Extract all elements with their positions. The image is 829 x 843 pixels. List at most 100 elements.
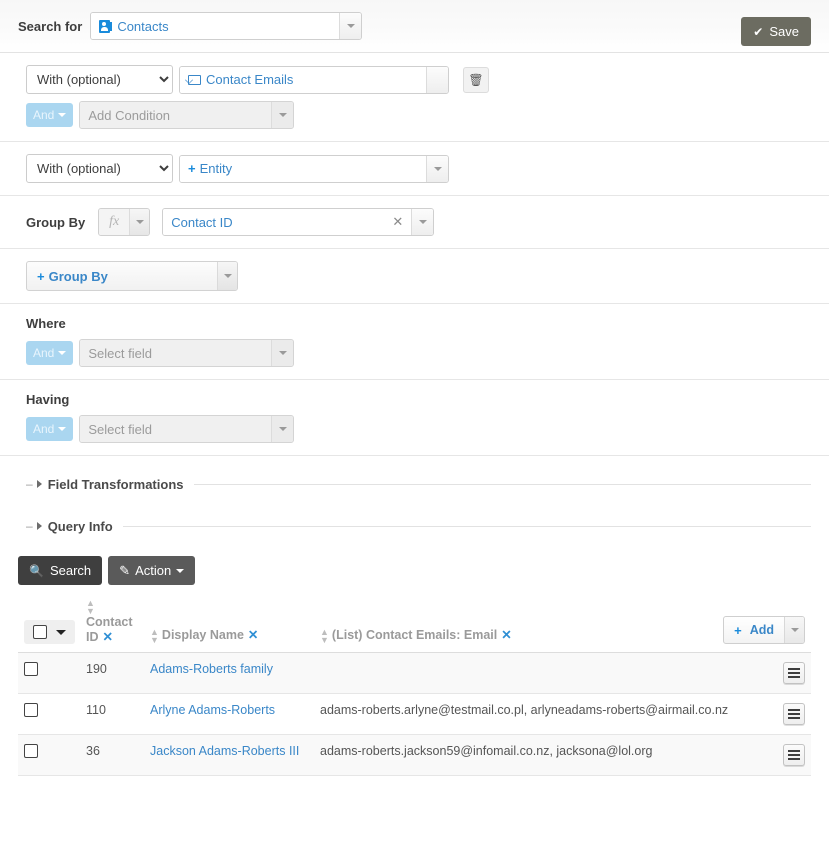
query-info-header[interactable]: – Query Info xyxy=(0,512,829,540)
add-column-chevron-down-icon[interactable] xyxy=(784,617,804,643)
fx-chevron-down-icon[interactable] xyxy=(129,209,150,235)
where-chevron-down-icon[interactable] xyxy=(271,340,294,366)
group-by-value: Contact ID xyxy=(171,214,233,230)
row-menu-cell xyxy=(765,652,811,694)
where-and-operator-button[interactable]: And xyxy=(26,341,74,365)
add-entity-chevron-down-icon[interactable] xyxy=(426,155,448,182)
caret-down-icon xyxy=(58,427,67,431)
results-action-bar: 🔍 Search ✎ Action xyxy=(0,550,829,595)
action-button[interactable]: ✎ Action xyxy=(108,556,196,585)
row-contact-id: 36 xyxy=(80,734,144,776)
delete-join-button[interactable]: 🗑 xyxy=(463,66,489,93)
having-row: And Select field xyxy=(26,415,811,443)
column-header-contact-emails[interactable]: ▲ ▼ (List) Contact Emails: Email ✕ xyxy=(314,595,765,653)
search-button[interactable]: 🔍 Search xyxy=(18,556,103,585)
remove-column-icon[interactable]: ✕ xyxy=(501,628,511,642)
row-emails: adams-roberts.arlyne@testmail.co.pl, arl… xyxy=(314,693,765,735)
add-column-body: + Add xyxy=(724,617,784,643)
add-condition-select[interactable]: Add Condition xyxy=(79,101,295,129)
where-field-select[interactable]: Select field xyxy=(79,339,295,367)
search-entity-select[interactable]: Contacts xyxy=(90,12,363,40)
magnifier-icon: 🔍 xyxy=(29,563,44,578)
save-button[interactable]: ✔ Save xyxy=(741,17,811,46)
add-group-by-label: Group By xyxy=(48,268,108,284)
search-entity-value-wrap: Contacts xyxy=(91,13,340,39)
group-by-chevron-down-icon[interactable] xyxy=(411,209,434,235)
remove-column-icon[interactable]: ✕ xyxy=(103,630,113,644)
sort-icon[interactable]: ▲ ▼ xyxy=(150,628,159,645)
table-row[interactable]: 110 Arlyne Adams-Roberts adams-roberts.a… xyxy=(18,693,811,735)
row-menu-cell xyxy=(765,734,811,776)
where-row: And Select field xyxy=(26,339,811,367)
row-contact-id: 190 xyxy=(80,652,144,694)
dash-icon: – xyxy=(26,477,33,491)
chevron-down-icon[interactable] xyxy=(339,13,362,39)
add-condition-chevron-down-icon[interactable] xyxy=(271,102,294,128)
check-icon: ✔ xyxy=(753,24,764,39)
caret-down-icon[interactable] xyxy=(56,629,66,635)
field-transformations-header[interactable]: – Field Transformations xyxy=(0,470,829,498)
row-menu-cell xyxy=(765,693,811,735)
sort-icon[interactable]: ▲ ▼ xyxy=(86,599,95,616)
add-group-by-button[interactable]: + Group By xyxy=(26,261,238,291)
hamburger-menu-icon[interactable] xyxy=(783,703,805,725)
trash-icon: 🗑 xyxy=(468,72,484,87)
where-field-placeholder: Select field xyxy=(80,340,272,366)
fx-function-button[interactable]: fx xyxy=(98,208,151,236)
hamburger-menu-icon[interactable] xyxy=(783,744,805,766)
clear-x-icon[interactable]: ✕ xyxy=(384,214,403,230)
row-select-cell xyxy=(18,652,80,694)
having-and-operator-button[interactable]: And xyxy=(26,417,74,441)
having-section: Having And Select field xyxy=(0,380,829,456)
envelope-icon xyxy=(188,74,201,85)
row-checkbox[interactable] xyxy=(24,744,38,758)
join-1-type-select[interactable]: With (optional) xyxy=(26,65,173,94)
join-1-and-operator-button[interactable]: And xyxy=(26,103,74,127)
divider-rule xyxy=(193,483,811,485)
group-by-field-select[interactable]: Contact ID ✕ xyxy=(162,208,435,236)
where-and-label: And xyxy=(33,346,55,360)
hamburger-menu-icon[interactable] xyxy=(783,662,805,684)
having-title: Having xyxy=(26,392,70,407)
group-by-label: Group By xyxy=(26,214,86,230)
add-entity-select[interactable]: + Entity xyxy=(179,154,449,183)
sort-icon[interactable]: ▲ ▼ xyxy=(320,628,329,645)
chevron-right-icon xyxy=(36,522,42,530)
row-emails: adams-roberts.jackson59@infomail.co.nz, … xyxy=(314,734,765,776)
where-title: Where xyxy=(26,316,66,331)
add-group-by-body: + Group By xyxy=(27,262,217,290)
plus-icon: + xyxy=(37,268,45,284)
having-chevron-down-icon[interactable] xyxy=(271,416,294,442)
row-display-name-link[interactable]: Adams-Roberts family xyxy=(150,662,273,676)
having-field-select[interactable]: Select field xyxy=(79,415,295,443)
row-checkbox[interactable] xyxy=(24,662,38,676)
caret-down-icon xyxy=(58,351,67,355)
add-column-button[interactable]: + Add xyxy=(723,616,805,644)
row-display-name-cell: Jackson Adams-Roberts III xyxy=(144,734,314,776)
save-button-label: Save xyxy=(769,24,799,39)
add-column-header: + Add xyxy=(723,595,811,653)
column-header-display-name[interactable]: ▲ ▼ Display Name ✕ xyxy=(144,595,314,653)
searchkit-page: Search for Contacts ✔ Save With (optiona… xyxy=(0,0,829,843)
join-1-entity-select[interactable]: Contact Emails xyxy=(179,65,449,94)
row-checkbox[interactable] xyxy=(24,703,38,717)
checkbox-icon[interactable] xyxy=(33,625,47,639)
add-group-by-chevron-down-icon[interactable] xyxy=(217,262,237,290)
search-for-label: Search for xyxy=(18,18,83,34)
row-display-name-link[interactable]: Arlyne Adams-Roberts xyxy=(150,703,275,717)
select-all-group[interactable] xyxy=(24,620,75,644)
remove-column-icon[interactable]: ✕ xyxy=(248,628,258,642)
join-2-type-select[interactable]: With (optional) xyxy=(26,154,173,183)
table-row[interactable]: 36 Jackson Adams-Roberts III adams-rober… xyxy=(18,734,811,776)
row-display-name-link[interactable]: Jackson Adams-Roberts III xyxy=(150,744,299,758)
join-1-chevron-down-icon[interactable] xyxy=(426,66,448,93)
column-header-contact-id[interactable]: ▲ ▼ Contact ID ✕ xyxy=(80,595,144,653)
column-label-display-name: Display Name xyxy=(161,628,244,643)
caret-down-icon xyxy=(176,568,185,573)
row-display-name-cell: Arlyne Adams-Roberts xyxy=(144,693,314,735)
table-row[interactable]: 190 Adams-Roberts family xyxy=(18,652,811,694)
join-1-condition: And Add Condition xyxy=(26,101,811,129)
column-label-contact-emails: (List) Contact Emails: Email xyxy=(331,628,498,643)
join-row-1: With (optional) Contact Emails 🗑 And Add… xyxy=(0,53,829,142)
join-row-2: With (optional) + Entity xyxy=(0,142,829,196)
